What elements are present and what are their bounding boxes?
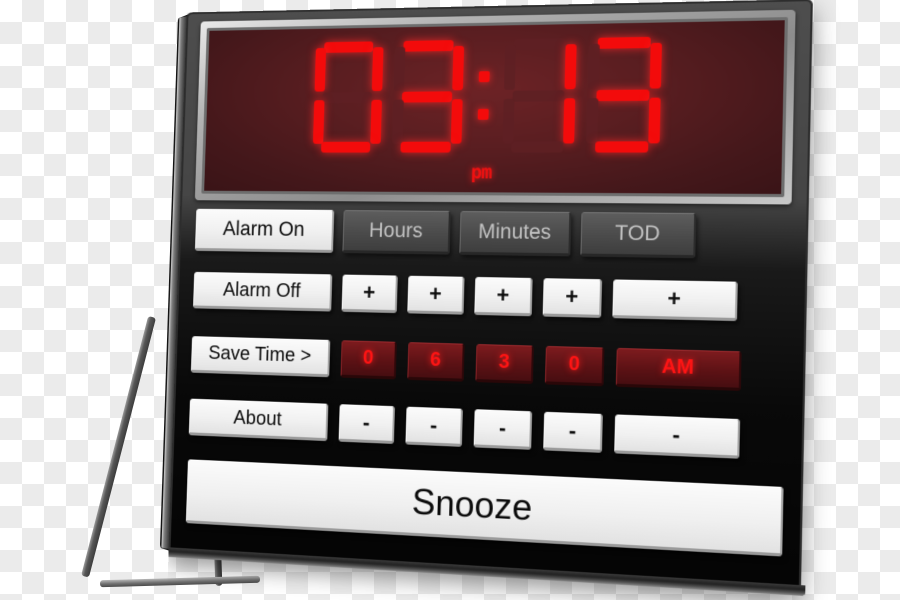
digit-hour-ones (389, 38, 467, 155)
segment-f (314, 47, 327, 92)
meridiem-indicator: pm (470, 161, 492, 184)
keypad-row-alarm-readout: Save Time > 0 6 3 0 AM (190, 334, 787, 393)
increment-minute-tens-button[interactable]: + (474, 276, 533, 317)
segment-e (586, 98, 599, 144)
alarm-clock-device: pm Alarm On Hours Minutes TOD Alarm Off … (159, 0, 813, 597)
segment-b (452, 45, 465, 91)
increment-hour-ones-button[interactable]: + (407, 275, 465, 315)
segment-g (512, 90, 565, 102)
keypad-row-increment: Alarm Off + + + + + (193, 271, 788, 323)
decrement-minute-tens-button[interactable]: - (473, 409, 533, 450)
segment-g (401, 91, 453, 103)
segment-b (371, 47, 384, 92)
alarm-minute-tens-display: 3 (475, 343, 534, 384)
segment-d (595, 141, 649, 153)
scene: pm Alarm On Hours Minutes TOD Alarm Off … (0, 0, 900, 600)
alarm-hour-ones-display: 6 (407, 341, 465, 382)
segment-a (597, 36, 651, 49)
segment-b (564, 44, 577, 90)
segment-c (648, 97, 661, 144)
segment-d (321, 141, 371, 153)
led-display: pm (201, 17, 788, 198)
digit-minute-tens (499, 36, 580, 155)
decrement-hour-ones-button[interactable]: - (405, 406, 463, 447)
time-readout (205, 33, 784, 155)
segment-e (502, 98, 515, 144)
segment-g (596, 89, 650, 102)
snooze-button[interactable]: Snooze (185, 459, 784, 557)
alarm-hour-tens-display: 0 (340, 339, 397, 379)
digit-minute-ones (583, 35, 665, 155)
tod-button[interactable]: TOD (580, 212, 697, 259)
segment-c (563, 98, 576, 144)
segment-a (324, 41, 374, 53)
hours-button[interactable]: Hours (342, 210, 451, 255)
segment-g (322, 92, 372, 104)
colon-separator-icon (470, 37, 497, 154)
segment-b (649, 42, 662, 89)
minutes-button[interactable]: Minutes (459, 211, 572, 257)
keypad-row-mode: Alarm On Hours Minutes TOD (194, 208, 789, 261)
alarm-on-button[interactable]: Alarm On (194, 208, 335, 253)
alarm-off-button[interactable]: Alarm Off (193, 271, 333, 312)
segment-f (393, 46, 406, 91)
keypad-row-snooze: Snooze (185, 457, 784, 558)
segment-f (503, 45, 516, 90)
decrement-minute-ones-button[interactable]: - (543, 411, 603, 453)
device-front-panel: pm Alarm On Hours Minutes TOD Alarm Off … (164, 0, 813, 597)
device-bottom-edge (164, 547, 806, 597)
segment-a (513, 38, 566, 51)
save-time-button[interactable]: Save Time > (190, 335, 331, 377)
keypad-row-decrement: About - - - - - (188, 398, 785, 462)
segment-e (312, 100, 325, 144)
segment-d (511, 141, 564, 153)
display-bezel: pm (194, 9, 796, 205)
segment-a (403, 40, 454, 52)
segment-f (587, 43, 600, 90)
increment-hour-tens-button[interactable]: + (341, 274, 398, 314)
about-button[interactable]: About (188, 398, 329, 442)
decrement-hour-tens-button[interactable]: - (338, 404, 395, 444)
digit-hour-tens (310, 39, 387, 154)
increment-meridiem-button[interactable]: + (612, 279, 738, 322)
segment-e (392, 99, 404, 144)
increment-minute-ones-button[interactable]: + (542, 278, 603, 318)
alarm-meridiem-display: AM (615, 347, 742, 391)
alarm-minute-ones-display: 0 (544, 345, 605, 386)
segment-c (370, 99, 382, 144)
clock-perspective-wrapper: pm Alarm On Hours Minutes TOD Alarm Off … (0, 0, 900, 600)
segment-d (400, 141, 451, 153)
decrement-meridiem-button[interactable]: - (614, 414, 741, 459)
segment-c (450, 99, 463, 144)
